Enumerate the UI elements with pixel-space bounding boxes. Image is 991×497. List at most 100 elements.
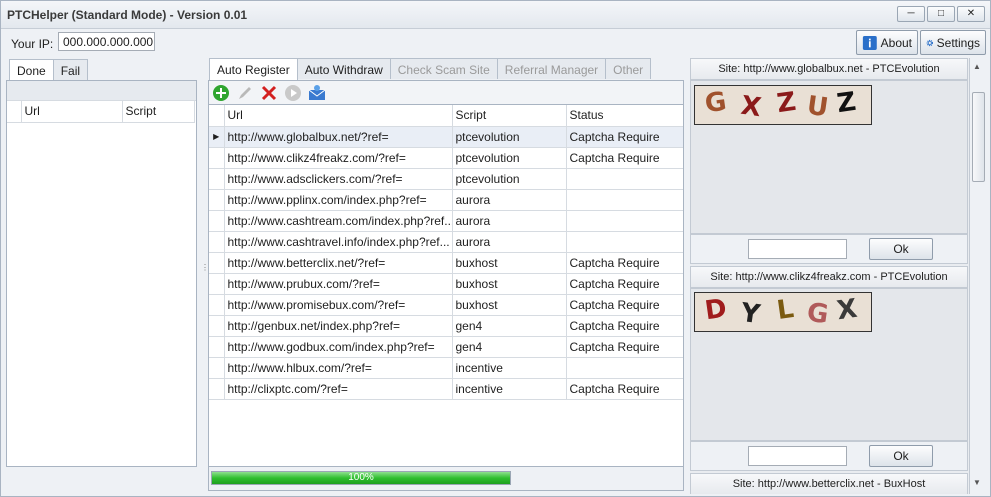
- captcha-char: G: [703, 86, 729, 120]
- cell-script: gen4: [452, 336, 567, 358]
- tab-fail[interactable]: Fail: [52, 59, 89, 80]
- gear-icon: [926, 39, 934, 46]
- captcha-char: Y: [739, 297, 762, 331]
- table-row[interactable]: http://genbux.net/index.php?ref= gen4 Capt…: [209, 315, 683, 337]
- cell-script: buxhost: [452, 294, 567, 316]
- progress-bar: 100%: [211, 471, 511, 485]
- maximize-button[interactable]: □: [927, 6, 955, 22]
- cell-status: Captcha Require: [566, 315, 683, 337]
- play-icon[interactable]: [284, 84, 302, 102]
- cell-status: [566, 189, 683, 211]
- cell-status: Captcha Require: [566, 126, 683, 148]
- table-row[interactable]: http://www.hlbux.com/?ref= incentive: [209, 357, 683, 379]
- ip-field[interactable]: 000.000.000.000: [58, 32, 155, 51]
- captcha-image-1: GXZUZ: [694, 85, 872, 125]
- table-row[interactable]: http://www.cashtravel.info/index.php?ref…: [209, 231, 683, 253]
- captcha-scrollbar[interactable]: ▲ ▼: [969, 58, 987, 494]
- add-icon[interactable]: [212, 84, 230, 102]
- scrollbar-thumb[interactable]: [972, 92, 985, 182]
- cell-script: incentive: [452, 378, 567, 400]
- table-row[interactable]: http://www.promisebux.com/?ref= buxhost Ca…: [209, 294, 683, 316]
- cell-status: [566, 231, 683, 253]
- cell-script: buxhost: [452, 252, 567, 274]
- table-row[interactable]: http://www.prubux.com/?ref= buxhost Captch…: [209, 273, 683, 295]
- cell-url: http://www.clikz4freakz.com/?ref=: [224, 147, 453, 169]
- scroll-down-icon[interactable]: ▼: [973, 478, 981, 487]
- cell-status: [566, 357, 683, 379]
- cell-status: [566, 210, 683, 232]
- row-indicator: [209, 210, 225, 232]
- about-button[interactable]: About: [856, 30, 918, 55]
- settings-label: Settings: [936, 35, 980, 50]
- register-grid-panel: Url Script Status ▶ http://www.globalbux.…: [208, 104, 684, 467]
- minimize-button[interactable]: ─: [897, 6, 925, 22]
- captcha-char: Z: [835, 86, 858, 120]
- captcha-input-1[interactable]: [748, 239, 847, 259]
- col-script[interactable]: Script: [452, 105, 567, 127]
- mail-icon[interactable]: [308, 84, 326, 102]
- table-row[interactable]: http://www.godbux.com/index.php?ref= gen4…: [209, 336, 683, 358]
- cell-script: incentive: [452, 357, 567, 379]
- minimize-icon: ─: [907, 8, 915, 19]
- table-row[interactable]: http://www.adsclickers.com/?ref= ptcevolu…: [209, 168, 683, 190]
- edit-icon[interactable]: [236, 84, 254, 102]
- table-row[interactable]: http://www.cashtream.com/index.php?ref..…: [209, 210, 683, 232]
- delete-icon[interactable]: [260, 84, 278, 102]
- left-col-url[interactable]: Url: [21, 101, 123, 123]
- left-table: Url Script: [7, 101, 195, 123]
- cell-script: aurora: [452, 231, 567, 253]
- row-indicator: [209, 147, 225, 169]
- cell-url: http://www.betterclix.net/?ref=: [224, 252, 453, 274]
- tab-done[interactable]: Done: [9, 59, 54, 81]
- col-url[interactable]: Url: [224, 105, 453, 127]
- center-tabs: Auto Register Auto Withdraw Check Scam S…: [209, 58, 652, 80]
- table-row[interactable]: http://www.betterclix.net/?ref= buxhost Ca…: [209, 252, 683, 274]
- cell-script: gen4: [452, 315, 567, 337]
- splitter-handle[interactable]: ⋮: [201, 264, 209, 278]
- tab-check-scam-site[interactable]: Check Scam Site: [389, 58, 498, 79]
- row-indicator: [209, 336, 225, 358]
- col-status[interactable]: Status: [566, 105, 683, 127]
- settings-button[interactable]: Settings: [920, 30, 986, 55]
- captcha-input-2[interactable]: [748, 446, 847, 466]
- scroll-up-icon[interactable]: ▲: [973, 62, 981, 71]
- tab-other[interactable]: Other: [605, 58, 652, 79]
- close-icon: ✕: [966, 8, 976, 19]
- captcha-answer-row-2: Ok: [690, 441, 968, 471]
- current-row-arrow-icon: ▶: [209, 126, 225, 148]
- maximize-icon: □: [937, 8, 945, 19]
- cell-status: Captcha Require: [566, 336, 683, 358]
- cell-script: aurora: [452, 189, 567, 211]
- captcha-ok-button-1[interactable]: Ok: [869, 238, 933, 260]
- row-header-corner: [209, 105, 225, 127]
- tab-auto-register[interactable]: Auto Register: [209, 58, 298, 80]
- row-indicator: [209, 231, 225, 253]
- tab-auto-withdraw[interactable]: Auto Withdraw: [296, 58, 391, 79]
- tab-referral-manager[interactable]: Referral Manager: [496, 58, 607, 79]
- cell-url: http://genbux.net/index.php?ref=: [224, 315, 453, 337]
- table-row[interactable]: ▶ http://www.globalbux.net/?ref= ptcevolut…: [209, 126, 683, 148]
- left-group-bar: [7, 81, 196, 101]
- center-actions-bar: [208, 80, 684, 105]
- left-col-script[interactable]: Script: [122, 101, 195, 123]
- row-indicator: [209, 168, 225, 190]
- register-table: Url Script Status ▶ http://www.globalbux.…: [209, 105, 683, 400]
- table-row[interactable]: http://www.clikz4freakz.com/?ref= ptcevol…: [209, 147, 683, 169]
- cell-url: http://www.godbux.com/index.php?ref=: [224, 336, 453, 358]
- cell-status: Captcha Require: [566, 273, 683, 295]
- cell-status: [566, 168, 683, 190]
- close-button[interactable]: ✕: [957, 6, 985, 22]
- table-row[interactable]: http://www.pplinx.com/index.php?ref= auro…: [209, 189, 683, 211]
- cell-script: aurora: [452, 210, 567, 232]
- table-row[interactable]: http://clixptc.com/?ref= incentive Captcha…: [209, 378, 683, 400]
- top-toolbar: Your IP: 000.000.000.000 About Settings: [1, 29, 990, 57]
- cell-script: ptcevolution: [452, 147, 567, 169]
- cell-script: ptcevolution: [452, 168, 567, 190]
- row-indicator: [209, 378, 225, 400]
- captcha-char: Z: [775, 86, 798, 120]
- cell-status: Captcha Require: [566, 147, 683, 169]
- cell-url: http://www.cashtream.com/index.php?ref..…: [224, 210, 453, 232]
- cell-status: Captcha Require: [566, 378, 683, 400]
- captcha-ok-button-2[interactable]: Ok: [869, 445, 933, 467]
- row-indicator: [209, 294, 225, 316]
